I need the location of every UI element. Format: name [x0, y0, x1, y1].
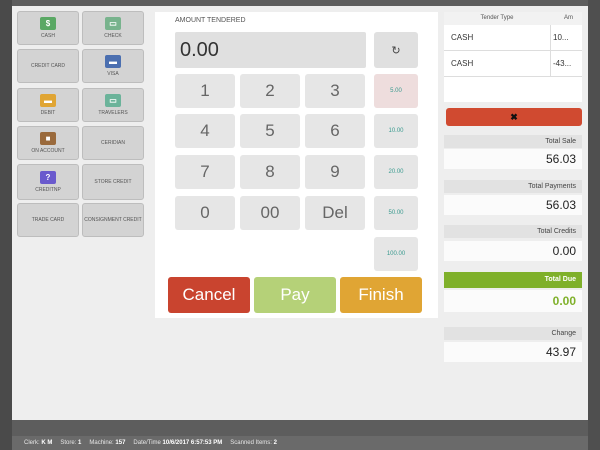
refresh-icon: ↻ — [391, 44, 401, 57]
tender-cash-label: CASH — [41, 33, 55, 39]
visa-card-icon: ▬ — [105, 55, 121, 68]
tender-creditnp-button[interactable]: ? CREDITNP — [17, 164, 79, 200]
clerk-status: Clerk: K M — [24, 440, 52, 446]
machine-label: Machine: — [89, 440, 114, 446]
tender-visa-button[interactable]: ▬ VISA — [82, 49, 144, 83]
tender-store-credit-button[interactable]: STORE CREDIT — [82, 164, 144, 200]
cash-icon: $ — [40, 17, 56, 30]
key-6[interactable]: 6 — [305, 114, 365, 148]
machine-status: Machine: 157 — [89, 440, 125, 446]
store-label: Store: — [60, 440, 77, 446]
table-row[interactable]: CASH -43... — [444, 50, 582, 77]
scanned-value: 2 — [273, 440, 277, 446]
account-icon: ■ — [40, 132, 56, 145]
tender-cash-button[interactable]: $ CASH — [17, 11, 79, 45]
tender-consignment-credit-button[interactable]: CONSIGNMENT CREDIT — [82, 203, 144, 237]
key-5[interactable]: 5 — [240, 114, 300, 148]
machine-value: 157 — [115, 440, 126, 446]
amount-tendered-label: AMOUNT TENDERED — [175, 17, 246, 24]
travelers-check-icon: ▭ — [105, 94, 121, 107]
total-sale-label: Total Sale — [444, 135, 582, 148]
tender-type-cell: CASH — [451, 33, 474, 42]
tender-consignment-credit-label: CONSIGNMENT CREDIT — [84, 217, 142, 223]
tender-check-button[interactable]: ▭ CHECK — [82, 11, 144, 45]
total-payments-label: Total Payments — [444, 180, 582, 193]
tender-trade-card-label: TRADE CARD — [31, 217, 65, 223]
tenders-table-header: Tender Type Am — [444, 12, 582, 25]
total-credits-label: Total Credits — [444, 225, 582, 238]
tender-debit-button[interactable]: ▬ DEBIT — [17, 88, 79, 122]
scanned-label: Scanned Items: — [230, 440, 272, 446]
delete-tender-button[interactable]: ✖ — [446, 108, 582, 126]
tender-visa-label: VISA — [107, 71, 119, 77]
close-icon: ✖ — [510, 111, 518, 122]
store-status: Store: 1 — [60, 440, 81, 446]
question-icon: ? — [40, 171, 56, 184]
tender-travelers-button[interactable]: ▭ TRAVELERS — [82, 88, 144, 122]
tender-travelers-label: TRAVELERS — [98, 110, 128, 116]
key-8[interactable]: 8 — [240, 155, 300, 189]
total-sale-value: 56.03 — [444, 149, 582, 169]
tender-debit-label: DEBIT — [40, 110, 56, 116]
finish-button[interactable]: Finish — [340, 277, 422, 313]
pay-button[interactable]: Pay — [254, 277, 336, 313]
key-2[interactable]: 2 — [240, 74, 300, 108]
quick-amount-10[interactable]: 10.00 — [374, 114, 418, 148]
scanned-status: Scanned Items: 2 — [230, 440, 277, 446]
tender-amount-cell: -43... — [550, 50, 582, 77]
change-value: 43.97 — [444, 342, 582, 362]
status-bar: Clerk: K M Store: 1 Machine: 157 Date/Ti… — [12, 436, 588, 450]
tender-credit-card-label: CREDIT CARD — [30, 63, 66, 69]
amount-tendered-field[interactable]: 0.00 — [175, 32, 366, 68]
tender-creditnp-label: CREDITNP — [35, 187, 61, 193]
tender-ceridian-button[interactable]: CERIDIAN — [82, 126, 144, 160]
key-3[interactable]: 3 — [305, 74, 365, 108]
datetime-value: 10/6/2017 6:57:53 PM — [162, 440, 223, 446]
key-4[interactable]: 4 — [175, 114, 235, 148]
key-del[interactable]: Del — [305, 196, 365, 230]
tender-on-account-label: ON ACCOUNT — [31, 148, 65, 154]
tender-check-label: CHECK — [104, 33, 122, 39]
tender-amount-cell: 10... — [550, 24, 582, 51]
key-00[interactable]: 00 — [240, 196, 300, 230]
total-credits-value: 0.00 — [444, 241, 582, 261]
clerk-value: K M — [41, 440, 53, 446]
key-9[interactable]: 9 — [305, 155, 365, 189]
tender-ceridian-label: CERIDIAN — [101, 140, 125, 146]
table-row[interactable]: CASH 10... — [444, 24, 582, 51]
key-1[interactable]: 1 — [175, 74, 235, 108]
total-payments-value: 56.03 — [444, 195, 582, 215]
clerk-label: Clerk: — [24, 440, 40, 446]
change-label: Change — [444, 327, 582, 340]
total-due-label: Total Due — [444, 272, 582, 288]
tender-type-header: Tender Type — [480, 15, 514, 21]
quick-amount-50[interactable]: 50.00 — [374, 196, 418, 230]
cancel-button[interactable]: Cancel — [168, 277, 250, 313]
quick-amount-20[interactable]: 20.00 — [374, 155, 418, 189]
tender-on-account-button[interactable]: ■ ON ACCOUNT — [17, 126, 79, 160]
check-icon: ▭ — [105, 17, 121, 30]
tender-trade-card-button[interactable]: TRADE CARD — [17, 203, 79, 237]
tender-credit-card-button[interactable]: CREDIT CARD — [17, 49, 79, 83]
tender-type-cell: CASH — [451, 59, 474, 68]
datetime-status: Date/Time 10/6/2017 6:57:53 PM — [133, 440, 222, 446]
quick-amount-100[interactable]: 100.00 — [374, 237, 418, 271]
datetime-label: Date/Time — [133, 440, 161, 446]
tenders-table: Tender Type Am CASH 10... CASH -43... — [444, 12, 582, 102]
quick-amount-5[interactable]: 5.00 — [374, 74, 418, 108]
key-0[interactable]: 0 — [175, 196, 235, 230]
amount-header: Am — [564, 15, 573, 21]
debit-card-icon: ▬ — [40, 94, 56, 107]
tender-store-credit-label: STORE CREDIT — [94, 179, 132, 185]
keypad-panel: AMOUNT TENDERED 0.00 ↻ 1 2 3 4 5 6 7 8 9… — [155, 12, 438, 318]
key-7[interactable]: 7 — [175, 155, 235, 189]
refresh-button[interactable]: ↻ — [374, 32, 418, 68]
store-value: 1 — [78, 440, 82, 446]
total-due-value: 0.00 — [444, 290, 582, 312]
